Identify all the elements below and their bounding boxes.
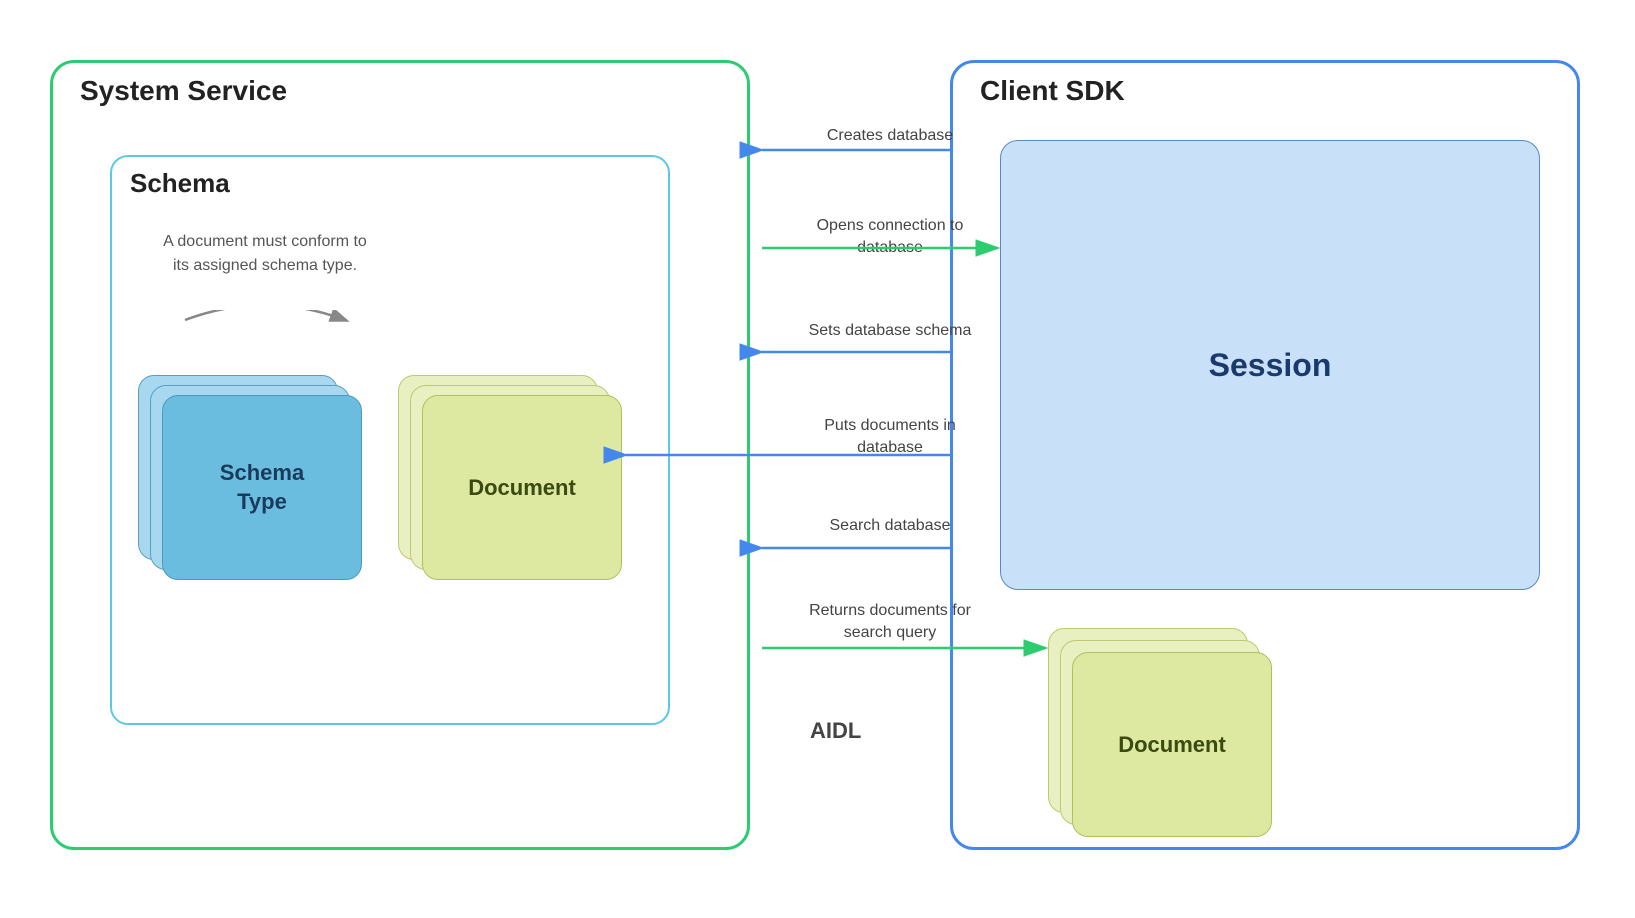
schema-label: Schema xyxy=(130,168,230,199)
client-sdk-label: Client SDK xyxy=(980,75,1125,107)
system-service-label: System Service xyxy=(80,75,287,107)
diagram-container: System Service Schema A document must co… xyxy=(0,0,1635,918)
arrow-label-search-database: Search database xyxy=(790,515,990,537)
doc-client-label: Document xyxy=(1118,732,1226,758)
aidl-label: AIDL xyxy=(810,718,861,744)
arrow-label-opens-connection: Opens connection todatabase xyxy=(790,215,990,260)
schema-type-label: SchemaType xyxy=(220,459,304,516)
session-card: Session xyxy=(1000,140,1540,590)
arrow-label-sets-schema: Sets database schema xyxy=(790,320,990,342)
doc-schema-card-front: Document xyxy=(422,395,622,580)
arrow-label-puts-documents: Puts documents indatabase xyxy=(790,415,990,460)
doc-client-card-front: Document xyxy=(1072,652,1272,837)
session-label: Session xyxy=(1209,347,1332,384)
arrow-label-returns-documents: Returns documents forsearch query xyxy=(790,600,990,645)
schema-type-card-front: SchemaType xyxy=(162,395,362,580)
doc-schema-label: Document xyxy=(468,475,576,501)
schema-curve-arrow-svg xyxy=(155,310,375,370)
arrow-label-creates-database: Creates database xyxy=(790,125,990,147)
schema-description: A document must conform to its assigned … xyxy=(155,230,375,278)
